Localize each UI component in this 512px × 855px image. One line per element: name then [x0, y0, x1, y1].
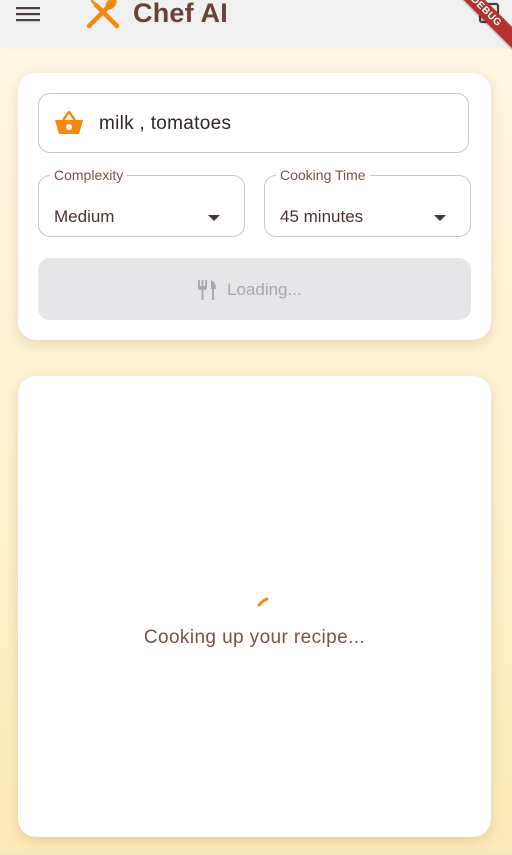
chevron-down-icon [434, 215, 446, 221]
app-bar: Chef AI DEBUG [0, 0, 512, 60]
menu-icon[interactable] [14, 2, 42, 26]
recipe-form-card: milk , tomatoes Complexity Medium Cookin… [18, 73, 491, 340]
complexity-label: Complexity [50, 167, 128, 183]
recipe-result-card: Cooking up your recipe... [18, 376, 491, 837]
generate-recipe-button[interactable]: Loading... [38, 258, 471, 320]
complexity-value: Medium [54, 207, 115, 226]
ingredients-value: milk , tomatoes [99, 113, 232, 134]
cooking-time-value: 45 minutes [280, 207, 364, 226]
cooking-time-label: Cooking Time [276, 167, 370, 183]
ingredients-input[interactable]: milk , tomatoes [38, 93, 469, 153]
scroll-edge [0, 850, 512, 855]
loading-message: Cooking up your recipe... [143, 627, 366, 648]
loading-spinner-icon [257, 597, 269, 607]
cooking-time-dropdown[interactable]: Cooking Time 45 minutes [264, 167, 471, 237]
generate-button-label: Loading... [227, 280, 302, 299]
chevron-down-icon [208, 215, 220, 221]
app-title: Chef AI [133, 0, 228, 28]
fork-spoon-icon [86, 0, 120, 29]
restaurant-icon [198, 280, 216, 300]
basket-icon [55, 110, 83, 134]
complexity-dropdown[interactable]: Complexity Medium [38, 167, 245, 237]
